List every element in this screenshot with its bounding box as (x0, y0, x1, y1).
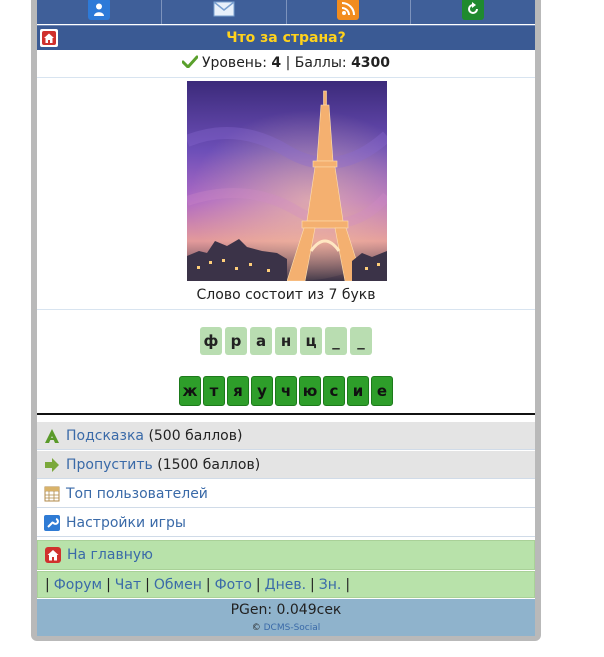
answer-slot[interactable]: ф (200, 327, 222, 355)
exchange-link[interactable]: Обмен (154, 577, 202, 593)
home-link[interactable]: На главную (67, 547, 153, 563)
hint-link[interactable]: Подсказка (66, 428, 144, 444)
refresh-button[interactable] (411, 0, 535, 24)
rss-icon (337, 0, 360, 20)
answer-slot[interactable]: р (225, 327, 247, 355)
points-value: 4300 (351, 55, 391, 71)
mail-button[interactable] (162, 0, 287, 24)
rss-button[interactable] (287, 0, 412, 24)
refresh-icon (462, 0, 485, 20)
level-label: Уровень: (201, 55, 267, 71)
letter-choices: ж т я у ч ю с и е (37, 376, 535, 406)
letter-button[interactable]: я (227, 376, 249, 406)
points-label: Баллы: (294, 55, 347, 71)
diary-link[interactable]: Днев. (265, 577, 306, 593)
answer-slot[interactable]: _ (350, 327, 372, 355)
title-bar: Что за страна? (37, 25, 535, 50)
answer-slot[interactable]: _ (325, 327, 347, 355)
copyright: © DCMS-Social (251, 623, 321, 633)
letter-button[interactable]: е (371, 376, 393, 406)
level-value: 4 (271, 55, 282, 71)
profile-button[interactable] (37, 0, 162, 24)
arrow-right-icon (44, 457, 60, 473)
forum-link[interactable]: Форум (54, 577, 102, 593)
home-icon (45, 547, 61, 563)
page-container: Что за страна? Уровень: 4 | Баллы: 4300 (37, 0, 535, 636)
section-divider (37, 413, 535, 415)
hint-cost: (500 баллов) (148, 427, 243, 444)
dating-link[interactable]: Зн. (319, 577, 342, 593)
settings-item: Настройки игры (37, 509, 535, 537)
puzzle-image (187, 81, 387, 281)
letter-button[interactable]: и (347, 376, 369, 406)
mail-icon (213, 0, 235, 20)
page-footer: PGen: 0.049сек © DCMS-Social (37, 599, 535, 636)
table-icon (44, 486, 60, 502)
word-length-hint: Слово состоит из 7 букв (196, 287, 376, 303)
skip-cost: (1500 баллов) (157, 456, 261, 473)
skip-item: Пропустить (1500 баллов) (37, 451, 535, 479)
footer-links: | Форум | Чат | Обмен | Фото | Днев. | З… (37, 571, 535, 598)
chat-link[interactable]: Чат (115, 577, 141, 593)
hint-icon (44, 428, 60, 444)
wrench-icon (44, 514, 60, 531)
letter-button[interactable]: ч (275, 376, 297, 406)
letter-button[interactable]: у (251, 376, 273, 406)
page-title: Что за страна? (226, 30, 346, 46)
skip-link[interactable]: Пропустить (66, 457, 153, 473)
settings-link[interactable]: Настройки игры (66, 515, 186, 531)
answer-slot[interactable]: а (250, 327, 272, 355)
answer-slots: ф р а н ц _ _ (37, 327, 535, 355)
status-separator: | (285, 55, 291, 71)
letter-button[interactable]: т (203, 376, 225, 406)
hint-item: Подсказка (500 баллов) (37, 422, 535, 450)
top-users-link[interactable]: Топ пользователей (66, 486, 208, 502)
status-row: Уровень: 4 | Баллы: 4300 (37, 50, 535, 78)
letter-button[interactable]: с (323, 376, 345, 406)
letter-button[interactable]: ж (179, 376, 201, 406)
top-users-item: Топ пользователей (37, 480, 535, 508)
page-gen-time: PGen: 0.049сек (230, 602, 342, 618)
letter-button[interactable]: ю (299, 376, 321, 406)
user-icon (87, 0, 110, 20)
checkmark-icon (181, 55, 199, 70)
home-item: На главную (37, 540, 535, 570)
photo-link[interactable]: Фото (215, 577, 252, 593)
answer-slot[interactable]: н (275, 327, 297, 355)
divider (37, 309, 535, 310)
top-nav-bar (37, 0, 535, 24)
copyright-link[interactable]: DCMS-Social (264, 623, 321, 633)
answer-slot[interactable]: ц (300, 327, 322, 355)
